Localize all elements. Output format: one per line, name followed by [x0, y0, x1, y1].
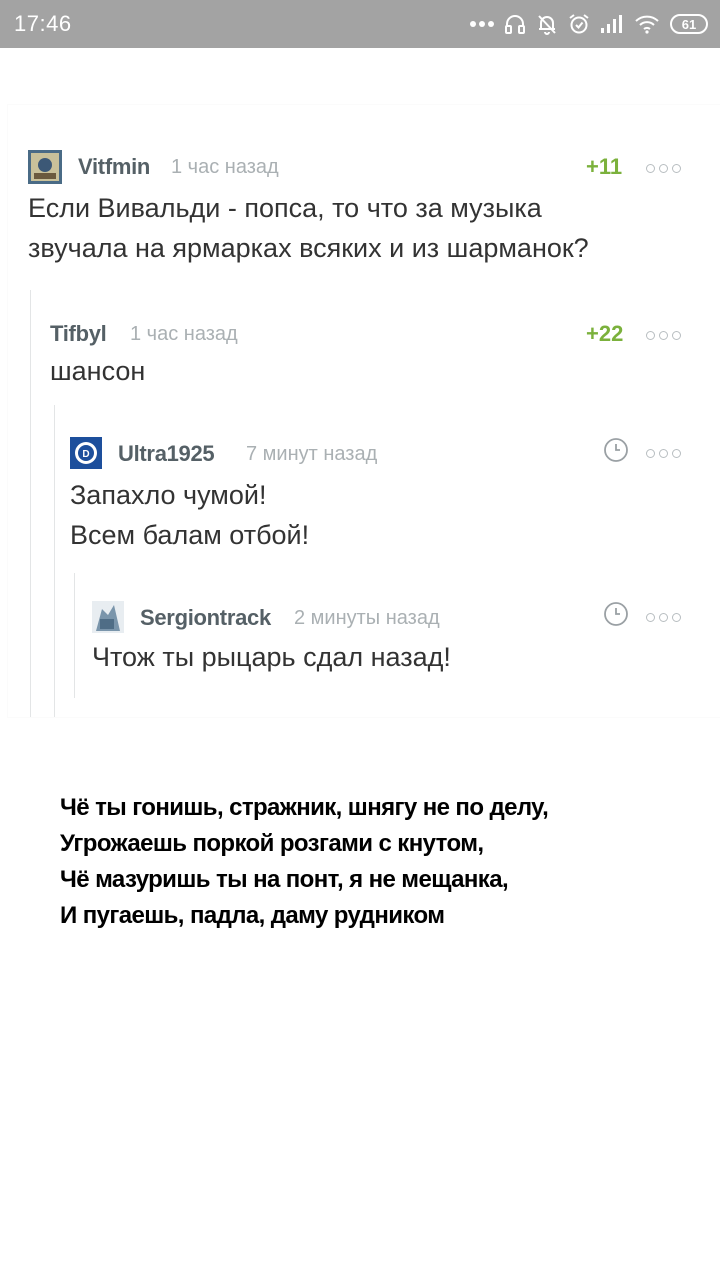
comment-author[interactable]: Sergiontrack — [140, 605, 271, 631]
comment-line: Всем балам отбой! — [70, 520, 310, 550]
comment-sergiontrack: Sergiontrack 2 минуты назад Чтож ты рыца… — [92, 601, 716, 691]
comment-text: Если Вивальди - попса, то что за музыка … — [28, 188, 589, 268]
more-options-icon[interactable] — [646, 164, 681, 173]
signal-icon — [601, 15, 622, 33]
poem-line: Угрожаешь поркой розгами с кнутом, — [60, 830, 484, 857]
comment-author[interactable]: Tifbyl — [50, 321, 107, 347]
comment-tifbyl: Tifbyl 1 час назад +22 шансон — [50, 317, 716, 397]
comment-score: +11 — [586, 154, 623, 179]
more-options-icon[interactable] — [646, 613, 681, 622]
comment-time[interactable]: 1 час назад — [130, 323, 238, 346]
comment-time[interactable]: 1 час назад — [171, 156, 279, 179]
thread-line — [74, 573, 75, 698]
poem-line: Чё ты гонишь, стражник, шнягу не по делу… — [60, 794, 549, 821]
comment-text: шансон — [50, 351, 145, 391]
clock-icon — [604, 602, 628, 626]
more-options-icon[interactable] — [646, 331, 681, 340]
poem-text: Чё ты гонишь, стражник, шнягу не по делу… — [60, 790, 680, 934]
alarm-icon — [569, 14, 589, 34]
comment-line: Чтож ты рыцарь сдал назад! — [92, 642, 451, 672]
comment-time[interactable]: 2 минуты назад — [294, 607, 440, 630]
status-time: 17:46 — [14, 11, 72, 36]
comment-line: звучала на ярмарках всяких и из шарманок… — [28, 233, 589, 263]
thread-line — [30, 290, 31, 717]
status-bar: 17:46 61 — [0, 0, 720, 48]
battery-level: 61 — [681, 16, 697, 32]
comment-score: +22 — [586, 321, 624, 346]
comment-ultra1925: D Ultra1925 7 минут назад Запахло чумой!… — [70, 435, 716, 555]
comments-thread: Vitfmin 1 час назад +11 Если Вивальди - … — [8, 105, 720, 717]
comment-author[interactable]: Vitfmin — [78, 154, 150, 180]
clock-icon — [604, 438, 628, 462]
bell-muted-icon — [538, 15, 556, 35]
more-options-icon[interactable] — [646, 449, 681, 458]
comment-text: Чтож ты рыцарь сдал назад! — [92, 637, 451, 677]
comment-text: Запахло чумой! Всем балам отбой! — [70, 475, 309, 555]
comment-author[interactable]: Ultra1925 — [118, 441, 215, 467]
avatar[interactable]: D — [70, 437, 102, 469]
wifi-icon — [635, 15, 659, 34]
dots-icon — [470, 21, 494, 27]
avatar[interactable] — [92, 601, 124, 633]
comment-line: Если Вивальди - попса, то что за музыка — [28, 193, 542, 223]
avatar[interactable] — [28, 150, 62, 184]
poem-line: Чё мазуришь ты на понт, я не мещанка, — [60, 866, 509, 893]
comment-line: Запахло чумой! — [70, 480, 267, 510]
comment-vitfmin: Vitfmin 1 час назад +11 Если Вивальди - … — [26, 150, 716, 280]
status-icons: 61 — [470, 10, 708, 38]
battery-icon: 61 — [670, 14, 708, 34]
comment-time[interactable]: 7 минут назад — [246, 443, 377, 466]
headphones-icon — [505, 15, 525, 34]
poem-line: И пугаешь, падла, даму рудником — [60, 902, 445, 929]
svg-text:D: D — [82, 449, 89, 460]
thread-line — [54, 405, 55, 717]
comment-line: шансон — [50, 356, 146, 386]
